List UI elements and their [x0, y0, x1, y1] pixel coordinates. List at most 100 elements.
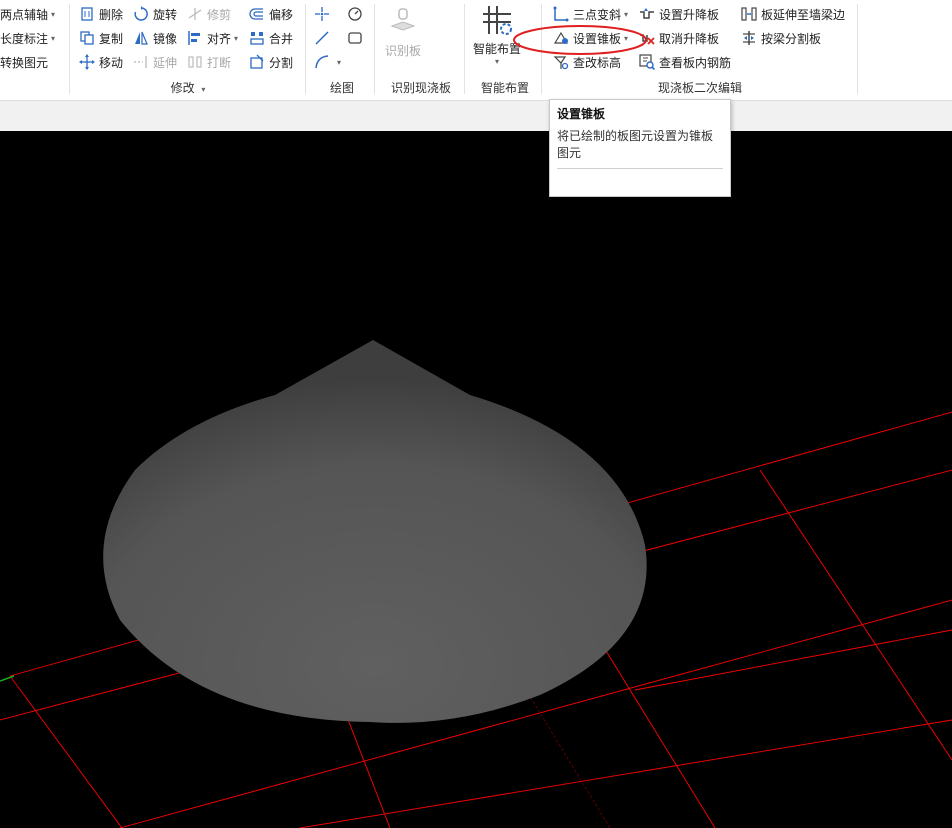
- chevron-down-icon: ▾: [51, 33, 56, 43]
- chevron-down-icon: ▾: [51, 9, 56, 19]
- draw-line-button[interactable]: [314, 28, 334, 48]
- group-separator: [69, 4, 70, 94]
- ribbon-bottom-band: [0, 100, 952, 132]
- extend-button[interactable]: 延伸: [133, 52, 177, 72]
- slab-edit-group-label: 现浇板二次编辑: [657, 81, 742, 95]
- chevron-down-icon: ▾: [337, 57, 342, 67]
- rotate-button[interactable]: 旋转: [133, 4, 177, 24]
- highlight-ellipse: [513, 25, 647, 55]
- extend-icon: [134, 56, 147, 68]
- offset-icon: [249, 8, 263, 20]
- offset-label: 偏移: [269, 7, 294, 22]
- modify-group-label-wrap[interactable]: 修改 ▾: [150, 79, 226, 96]
- mirror-label: 镜像: [153, 31, 178, 46]
- cancel-raise-slab-label: 取消升降板: [659, 31, 720, 46]
- smart-group-label: 智能布置: [480, 81, 529, 95]
- align-icon: [188, 31, 200, 45]
- ribbon-toolbar: 两点辅轴 ▾ 长度标注 ▾ 转换图元 删除 旋转 修剪 偏移 复制 镜像 对齐 …: [0, 0, 952, 100]
- trim-label: 修剪: [207, 7, 232, 22]
- break-button[interactable]: 打断: [187, 52, 231, 72]
- view-slab-rebar-label: 查看板内钢筋: [659, 55, 732, 70]
- group-separator: [857, 4, 858, 94]
- rectangle-icon: [348, 32, 362, 44]
- 3d-viewport[interactable]: [0, 131, 952, 828]
- chevron-down-icon: ▾: [624, 9, 629, 19]
- merge-icon: [250, 32, 264, 45]
- three-point-slope-button[interactable]: 三点变斜 ▾: [553, 4, 628, 24]
- identify-group-label: 识别现浇板: [390, 81, 451, 95]
- length-dimension-button[interactable]: 长度标注 ▾: [0, 28, 55, 48]
- circle-icon: [348, 7, 362, 21]
- break-label: 打断: [207, 55, 232, 70]
- cone-slab-shape[interactable]: [103, 340, 647, 723]
- chevron-down-icon: ▾: [234, 33, 239, 43]
- three-point-slope-icon: [553, 6, 569, 22]
- move-icon: [79, 54, 95, 70]
- chevron-down-icon: ▾: [201, 85, 206, 94]
- three-point-slope-label: 三点变斜: [573, 7, 622, 22]
- copy-icon: [80, 31, 94, 45]
- rotate-icon: [134, 6, 148, 21]
- set-raise-slab-label: 设置升降板: [659, 7, 720, 22]
- raise-slab-icon: [640, 8, 654, 19]
- cone-slab-scene: [0, 340, 952, 828]
- identify-slab-icon: [390, 8, 416, 31]
- draw-group-label: 绘图: [329, 81, 354, 95]
- delete-button[interactable]: 删除: [79, 4, 123, 24]
- rotate-label: 旋转: [153, 7, 178, 22]
- two-point-axis-label: 两点辅轴: [0, 7, 49, 22]
- tooltip-description: 将已绘制的板图元设置为锥板图元: [557, 129, 714, 160]
- point-icon: [315, 7, 329, 21]
- set-cone-slab-tooltip: 设置锥板 将已绘制的板图元设置为锥板图元: [549, 99, 731, 197]
- identify-slab-label: 识别板: [384, 44, 421, 58]
- tooltip-divider: [557, 168, 723, 169]
- copy-button[interactable]: 复制: [79, 28, 123, 48]
- draw-arc-button[interactable]: ▾: [314, 52, 341, 72]
- delete-label: 删除: [99, 7, 124, 22]
- chevron-down-icon: ▾: [494, 57, 499, 66]
- length-dimension-label: 长度标注: [0, 31, 49, 46]
- extend-label: 延伸: [153, 55, 178, 70]
- move-label: 移动: [99, 55, 124, 70]
- extend-to-beam-label: 板延伸至墙梁边: [761, 7, 846, 22]
- align-button[interactable]: 对齐 ▾: [187, 28, 238, 48]
- group-separator: [374, 4, 375, 94]
- split-button[interactable]: 分割: [249, 52, 293, 72]
- delete-icon: [81, 7, 93, 21]
- extend-to-beam-button[interactable]: 板延伸至墙梁边: [741, 4, 845, 24]
- smart-layout-icon: [483, 6, 512, 35]
- break-icon: [188, 56, 202, 68]
- offset-button[interactable]: 偏移: [249, 4, 293, 24]
- two-point-axis-button[interactable]: 两点辅轴 ▾: [0, 4, 55, 24]
- set-raise-slab-button[interactable]: 设置升降板: [639, 4, 719, 24]
- split-label: 分割: [269, 55, 294, 70]
- arc-icon: [315, 55, 329, 69]
- group-separator: [305, 4, 306, 94]
- trim-button[interactable]: 修剪: [187, 4, 231, 24]
- trim-icon: [188, 8, 202, 20]
- split-by-beam-button[interactable]: 按梁分割板: [741, 28, 821, 48]
- move-button[interactable]: 移动: [79, 52, 123, 72]
- draw-circle-button[interactable]: [347, 4, 367, 24]
- modify-group-label: 修改: [170, 81, 195, 95]
- merge-button[interactable]: 合并: [249, 28, 293, 48]
- split-icon: [250, 54, 264, 69]
- convert-element-button[interactable]: 转换图元: [0, 52, 48, 72]
- merge-label: 合并: [269, 31, 294, 46]
- cancel-raise-slab-button[interactable]: 取消升降板: [639, 28, 719, 48]
- identify-slab-button[interactable]: 识别板: [382, 6, 424, 59]
- draw-point-button[interactable]: [314, 4, 334, 24]
- tooltip-title: 设置锥板: [557, 107, 606, 121]
- draw-rectangle-button[interactable]: [347, 28, 367, 48]
- copy-label: 复制: [99, 31, 124, 46]
- extend-to-beam-icon: [741, 7, 757, 21]
- align-label: 对齐: [207, 31, 232, 46]
- split-by-beam-label: 按梁分割板: [761, 31, 822, 46]
- hidden-edge-line: [519, 679, 611, 828]
- split-by-beam-icon: [743, 31, 755, 45]
- mirror-icon: [135, 31, 148, 45]
- convert-element-label: 转换图元: [0, 55, 49, 70]
- line-icon: [315, 31, 329, 45]
- view-slab-rebar-button[interactable]: 查看板内钢筋: [639, 52, 731, 72]
- mirror-button[interactable]: 镜像: [133, 28, 177, 48]
